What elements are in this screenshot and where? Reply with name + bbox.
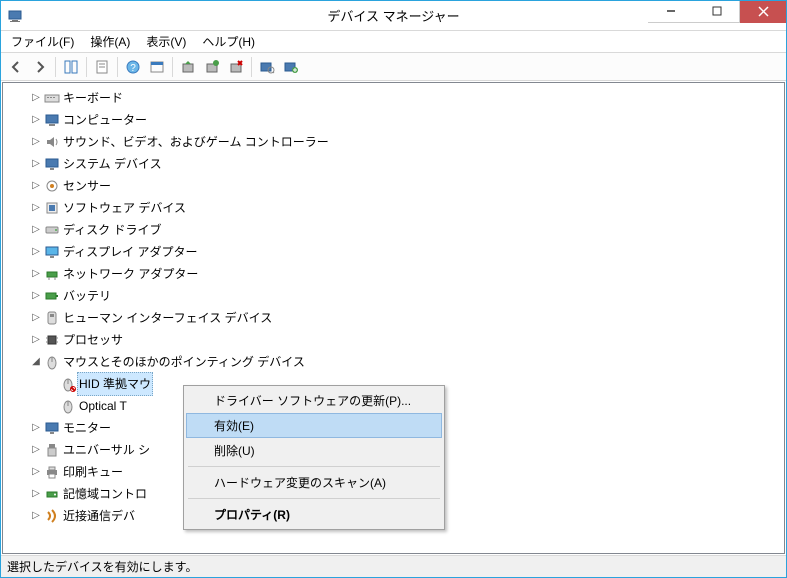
context-separator bbox=[188, 466, 440, 467]
content-area: ▷キーボード ▷コンピューター ▷サウンド、ビデオ、およびゲーム コントローラー… bbox=[2, 82, 785, 554]
forward-button[interactable] bbox=[29, 56, 51, 78]
menu-view[interactable]: 表示(V) bbox=[142, 31, 190, 52]
expander-icon[interactable]: ▷ bbox=[29, 131, 43, 153]
update-driver-button[interactable] bbox=[177, 56, 199, 78]
computer-icon bbox=[43, 112, 61, 128]
menu-action[interactable]: 操作(A) bbox=[86, 31, 134, 52]
system-icon bbox=[43, 156, 61, 172]
software-icon bbox=[43, 200, 61, 216]
toolbar-separator bbox=[86, 57, 87, 77]
show-hide-tree-button[interactable] bbox=[60, 56, 82, 78]
app-icon bbox=[7, 8, 23, 24]
expander-icon[interactable]: ▷ bbox=[29, 505, 43, 527]
expander-icon[interactable]: ▷ bbox=[29, 461, 43, 483]
expander-icon[interactable]: ▷ bbox=[29, 197, 43, 219]
monitor-icon bbox=[43, 420, 61, 436]
help-button[interactable]: ? bbox=[122, 56, 144, 78]
toolbar-separator bbox=[117, 57, 118, 77]
svg-text:?: ? bbox=[130, 63, 136, 74]
tree-node-software[interactable]: ▷ソフトウェア デバイス bbox=[5, 197, 782, 219]
properties-button[interactable] bbox=[91, 56, 113, 78]
toolbar-separator bbox=[251, 57, 252, 77]
storage-icon bbox=[43, 486, 61, 502]
close-button[interactable] bbox=[740, 1, 786, 23]
tree-node-display[interactable]: ▷ディスプレイ アダプター bbox=[5, 241, 782, 263]
context-separator bbox=[188, 498, 440, 499]
window-controls bbox=[648, 1, 786, 23]
keyboard-icon bbox=[43, 90, 61, 106]
expander-icon[interactable]: ▷ bbox=[29, 439, 43, 461]
expander-icon[interactable]: ◢ bbox=[29, 351, 43, 373]
back-button[interactable] bbox=[5, 56, 27, 78]
tree-node-processor[interactable]: ▷プロセッサ bbox=[5, 329, 782, 351]
context-delete[interactable]: 削除(U) bbox=[186, 438, 442, 463]
toolbar-separator bbox=[55, 57, 56, 77]
tree-node-computer[interactable]: ▷コンピューター bbox=[5, 109, 782, 131]
battery-icon bbox=[43, 288, 61, 304]
scan-hardware-button[interactable] bbox=[256, 56, 278, 78]
add-legacy-button[interactable] bbox=[280, 56, 302, 78]
menu-help[interactable]: ヘルプ(H) bbox=[198, 31, 259, 52]
expander-icon[interactable]: ▷ bbox=[29, 329, 43, 351]
menubar: ファイル(F) 操作(A) 表示(V) ヘルプ(H) bbox=[1, 31, 786, 53]
expander-icon[interactable]: ▷ bbox=[29, 219, 43, 241]
network-icon bbox=[43, 266, 61, 282]
sensor-icon bbox=[43, 178, 61, 194]
expander-icon[interactable]: ▷ bbox=[29, 109, 43, 131]
disk-icon bbox=[43, 222, 61, 238]
titlebar: デバイス マネージャー bbox=[1, 1, 786, 31]
toolbar-separator bbox=[172, 57, 173, 77]
mouse-icon bbox=[59, 398, 77, 414]
expander-icon[interactable]: ▷ bbox=[29, 241, 43, 263]
expander-icon[interactable]: ▷ bbox=[29, 417, 43, 439]
context-enable[interactable]: 有効(E) bbox=[186, 413, 442, 438]
toolbar: ? bbox=[1, 53, 786, 81]
minimize-button[interactable] bbox=[648, 1, 694, 23]
usb-icon bbox=[43, 442, 61, 458]
selected-node: HID 準拠マウ bbox=[77, 372, 153, 396]
tree-node-battery[interactable]: ▷バッテリ bbox=[5, 285, 782, 307]
mouse-icon bbox=[43, 354, 61, 370]
mouse-icon bbox=[59, 376, 77, 392]
maximize-button[interactable] bbox=[694, 1, 740, 23]
statusbar: 選択したデバイスを有効にします。 bbox=[1, 555, 786, 577]
expander-icon[interactable]: ▷ bbox=[29, 153, 43, 175]
tree-node-sensor[interactable]: ▷センサー bbox=[5, 175, 782, 197]
context-update-driver[interactable]: ドライバー ソフトウェアの更新(P)... bbox=[186, 388, 442, 413]
tree-node-mouse[interactable]: ◢マウスとそのほかのポインティング デバイス bbox=[5, 351, 782, 373]
expander-icon[interactable]: ▷ bbox=[29, 263, 43, 285]
context-scan-hardware[interactable]: ハードウェア変更のスキャン(A) bbox=[186, 470, 442, 495]
hid-icon bbox=[43, 310, 61, 326]
action-button[interactable] bbox=[146, 56, 168, 78]
status-text: 選択したデバイスを有効にします。 bbox=[7, 558, 197, 575]
tree-node-disk[interactable]: ▷ディスク ドライブ bbox=[5, 219, 782, 241]
tree-node-system[interactable]: ▷システム デバイス bbox=[5, 153, 782, 175]
display-icon bbox=[43, 244, 61, 260]
expander-icon[interactable]: ▷ bbox=[29, 285, 43, 307]
sound-icon bbox=[43, 134, 61, 150]
context-properties[interactable]: プロパティ(R) bbox=[186, 502, 442, 527]
menu-file[interactable]: ファイル(F) bbox=[7, 31, 78, 52]
tree-node-keyboards[interactable]: ▷キーボード bbox=[5, 87, 782, 109]
device-manager-window: デバイス マネージャー ファイル(F) 操作(A) 表示(V) ヘルプ(H) ? bbox=[0, 0, 787, 578]
expander-icon[interactable]: ▷ bbox=[29, 483, 43, 505]
expander-icon[interactable]: ▷ bbox=[29, 307, 43, 329]
printer-icon bbox=[43, 464, 61, 480]
tree-node-hid[interactable]: ▷ヒューマン インターフェイス デバイス bbox=[5, 307, 782, 329]
context-menu: ドライバー ソフトウェアの更新(P)... 有効(E) 削除(U) ハードウェア… bbox=[183, 385, 445, 530]
tree-node-network[interactable]: ▷ネットワーク アダプター bbox=[5, 263, 782, 285]
expander-icon[interactable]: ▷ bbox=[29, 175, 43, 197]
uninstall-button[interactable] bbox=[225, 56, 247, 78]
expander-icon[interactable]: ▷ bbox=[29, 87, 43, 109]
processor-icon bbox=[43, 332, 61, 348]
enable-button[interactable] bbox=[201, 56, 223, 78]
tree-node-sound[interactable]: ▷サウンド、ビデオ、およびゲーム コントローラー bbox=[5, 131, 782, 153]
nfc-icon bbox=[43, 508, 61, 524]
